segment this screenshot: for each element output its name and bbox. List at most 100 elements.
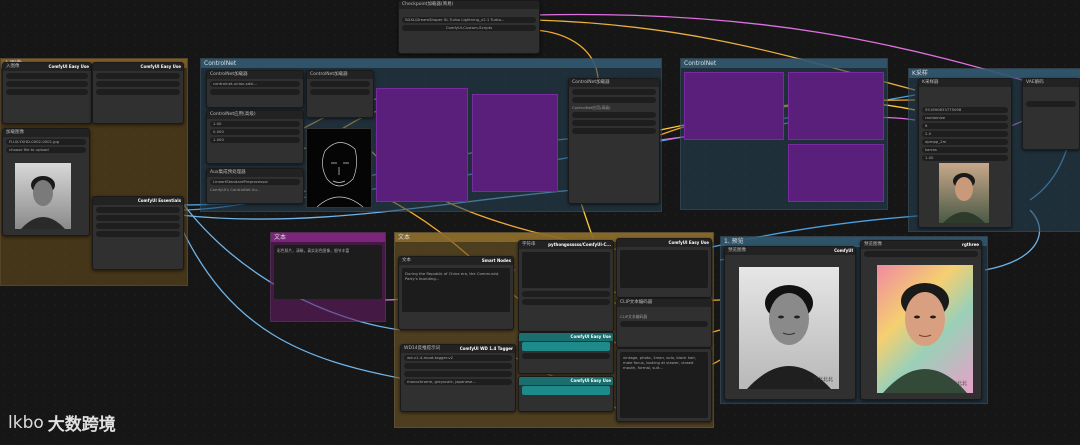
cfg-widget[interactable]: 2.0 <box>922 131 1008 137</box>
widget-row[interactable] <box>96 73 180 79</box>
widget-row[interactable] <box>310 81 370 87</box>
widget-row[interactable] <box>310 89 370 95</box>
widget-row[interactable] <box>522 299 610 305</box>
sampler-preview <box>939 163 989 223</box>
widget-row[interactable] <box>572 112 656 118</box>
output-slot[interactable] <box>402 10 536 15</box>
vae-decode-node[interactable]: VAE解码 <box>1022 78 1080 150</box>
steps-widget[interactable]: 8 <box>922 123 1008 129</box>
prompt-note-group[interactable]: 文本 彩色照片，清晰，真实彩色图像，细节丰富 <box>270 232 386 322</box>
widget-row[interactable] <box>572 97 656 103</box>
upload-button[interactable]: choose file to upload <box>6 147 86 153</box>
node-title: ControlNet加载器 <box>569 79 659 87</box>
bypassed-node-b[interactable] <box>472 94 558 192</box>
input-slot[interactable] <box>922 94 1008 99</box>
widget-row[interactable] <box>6 73 88 79</box>
image-file-select[interactable]: FLUX-YXHD-0002-0001.jpg <box>6 139 86 145</box>
widget-row[interactable] <box>96 231 180 237</box>
widget-row[interactable] <box>404 371 512 377</box>
preview-image-node-b[interactable]: 预览图像 rgthree 宁北北北 <box>860 240 982 400</box>
controlnet-loader-a[interactable]: ControlNet加载器 controlnet-union-sdxl... <box>206 70 304 108</box>
controlnet-loader-c[interactable]: ControlNet加载器 ControlNet应用(高级) <box>568 78 660 204</box>
node-title: ControlNet应用(高级) <box>207 111 303 119</box>
node-canvas[interactable]: 入图像 入图像 ComfyUI Easy Use ComfyUI Easy Us… <box>0 0 1080 445</box>
control-after-generate[interactable]: randomize <box>922 115 1008 121</box>
input-slot[interactable] <box>1026 88 1076 93</box>
widget-row[interactable] <box>96 81 180 87</box>
tags-text-area[interactable]: vintage, photo, 1man, solo, black hair, … <box>620 352 708 418</box>
group-title: 文本 <box>271 233 385 242</box>
node-title: CLIP文本编码器 <box>620 314 648 319</box>
node-badge: ComfyUI's ControlNet Au... <box>210 187 261 192</box>
tags-text-node[interactable]: vintage, photo, 1man, solo, black hair, … <box>616 348 712 422</box>
widget-row[interactable] <box>864 251 978 257</box>
input-slot[interactable] <box>922 100 1008 105</box>
lineart-image <box>316 142 364 207</box>
widget-row[interactable] <box>96 215 180 221</box>
preprocessor-select[interactable]: LineartStandardPreprocessor <box>210 179 300 185</box>
portrait-image <box>21 176 65 229</box>
result-photo-color: 宁北北北 <box>877 265 973 393</box>
start-percent-widget[interactable]: 0.000 <box>210 129 300 135</box>
bypassed-node-d[interactable] <box>788 72 884 140</box>
wd14-tagger-node[interactable]: WD14反推提示词 ComfyUI WD 1.4 Tagger wd-v1-4-… <box>400 344 516 412</box>
widget-row[interactable] <box>522 291 610 297</box>
easyuse-node-c[interactable]: ComfyUI Easy Use <box>518 332 614 374</box>
load-image-node[interactable]: 加载图像 FLUX-YXHD-0002-0001.jpg choose file… <box>2 128 90 236</box>
scheduler-select[interactable]: karras <box>922 147 1008 153</box>
text-input-area[interactable]: During the Republic of China era, the Co… <box>402 268 510 312</box>
easyuse-node-b[interactable]: ComfyUI Easy Use <box>92 62 184 124</box>
controlnet-loader-b[interactable]: ControlNet加载器 <box>306 70 374 118</box>
easyuse-node-e[interactable]: ComfyUI Easy Use <box>616 238 712 298</box>
text-output-area <box>620 250 708 288</box>
checkpoint-select[interactable]: SDXL\DreamShaper XL Turbo Lightning_v2.1… <box>402 17 536 23</box>
widget-row[interactable] <box>522 386 610 395</box>
widget-row[interactable] <box>572 128 656 134</box>
ksampler-node[interactable]: K采样器 551690833775098 randomize 8 2.0 dpm… <box>918 78 1012 228</box>
bypassed-node-e[interactable] <box>788 144 884 202</box>
sampler-select[interactable]: dpmpp_2m <box>922 139 1008 145</box>
controlnet-model-select[interactable]: controlnet-union-sdxl... <box>210 81 300 87</box>
seed-widget[interactable]: 551690833775098 <box>922 107 1008 113</box>
widget-row[interactable] <box>96 223 180 229</box>
end-percent-widget[interactable]: 1.000 <box>210 137 300 143</box>
widget-row[interactable] <box>522 342 610 351</box>
widget-row[interactable] <box>1026 101 1076 107</box>
widget-row[interactable] <box>96 207 180 213</box>
string-node[interactable]: 字符串 pythongosssss/ComfyUI-C... <box>518 240 614 332</box>
widget-row[interactable] <box>6 81 88 87</box>
widget-row[interactable] <box>572 89 656 95</box>
strength-widget[interactable]: 1.00 <box>210 121 300 127</box>
aux-preprocessor-node[interactable]: Aux集成预处理器 LineartStandardPreprocessor Co… <box>206 168 304 204</box>
watermark-text: 大数跨境 <box>47 415 116 435</box>
clip-encoder-node[interactable]: CLIP文本编码器 CLIP文本编码器 <box>616 298 712 348</box>
tagger-model-select[interactable]: wd-v1-4-moat-tagger-v2 <box>404 355 512 361</box>
exclude-tags-widget[interactable]: monochrome, greyscale, japanese... <box>404 379 512 385</box>
bypassed-node-a[interactable] <box>376 88 468 202</box>
easyuse-node-a[interactable]: 入图像 ComfyUI Easy Use <box>2 62 92 124</box>
bypassed-node-c[interactable] <box>684 72 784 140</box>
input-photo <box>15 163 71 229</box>
widget-row[interactable] <box>210 89 300 95</box>
essentials-node[interactable]: ComfyUI Essentials <box>92 196 184 270</box>
denoise-widget[interactable]: 1.00 <box>922 155 1008 161</box>
widget-row[interactable] <box>404 363 512 369</box>
color-portrait-small <box>943 173 985 223</box>
easyuse-node-d[interactable]: ComfyUI Easy Use <box>518 376 614 412</box>
node-title: 加载图像 <box>3 129 89 137</box>
widget-row[interactable] <box>620 321 708 327</box>
controlnet-apply-node[interactable]: ControlNet应用(高级) 1.00 0.000 1.000 <box>206 110 304 164</box>
prompt-textarea[interactable]: 彩色照片，清晰，真实彩色图像，细节丰富 <box>274 245 382 299</box>
node-badge: rgthree <box>962 242 979 247</box>
text-node[interactable]: 文本 Smart Nodes During the Republic of Ch… <box>398 256 514 330</box>
widget-row[interactable] <box>572 120 656 126</box>
string-output-area <box>522 252 610 288</box>
widget-row[interactable] <box>96 89 180 95</box>
widget-row[interactable] <box>522 353 610 359</box>
input-slot[interactable] <box>922 88 1008 93</box>
input-slot[interactable] <box>1026 94 1076 99</box>
input-slot[interactable] <box>620 308 708 313</box>
preview-image-node-a[interactable]: 预览图像 ComfyUI 宁北北北 <box>724 246 856 400</box>
widget-row[interactable] <box>6 89 88 95</box>
checkpoint-loader-node[interactable]: Checkpoint加载器(简易) SDXL\DreamShaper XL Tu… <box>398 0 540 54</box>
